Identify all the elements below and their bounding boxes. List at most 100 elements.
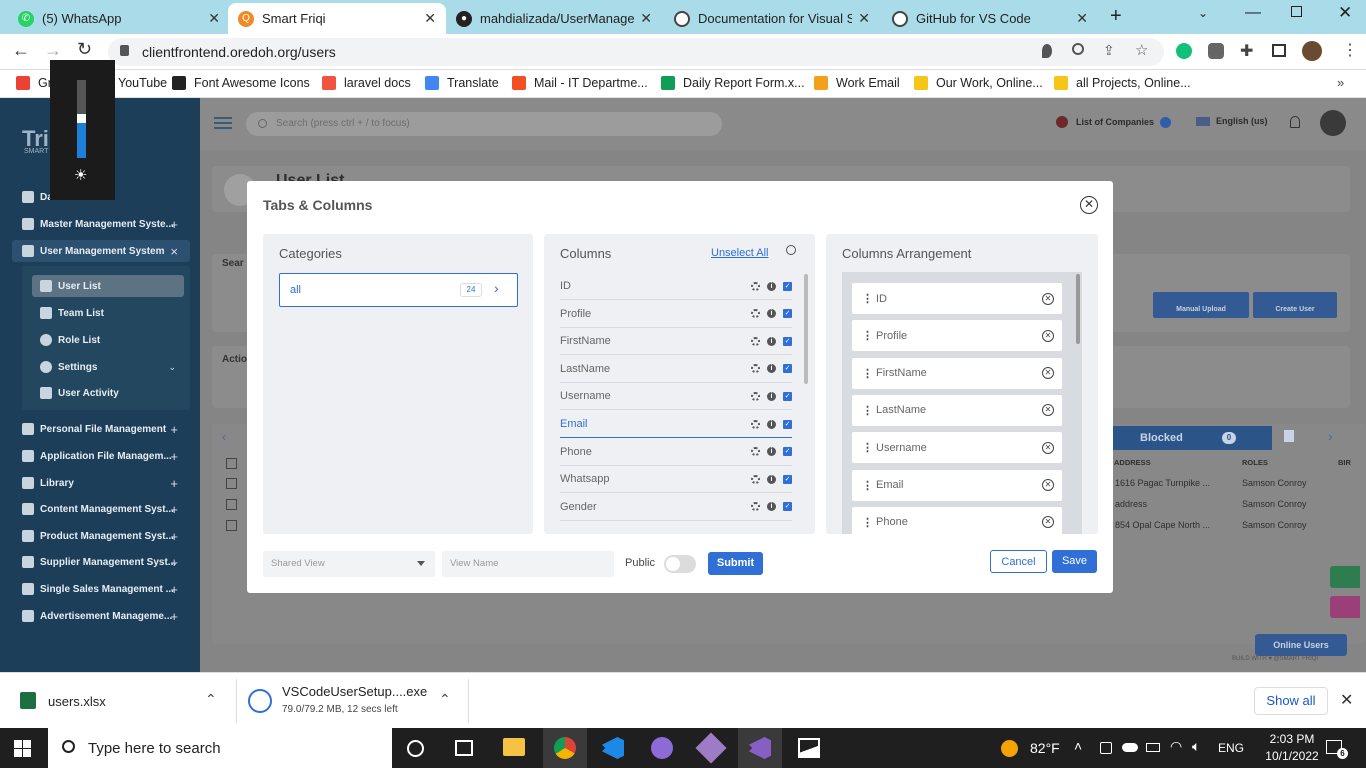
tab-github-repo[interactable]: ● mahdializada/UserManagem ✕ — [446, 3, 662, 34]
arrangement-item[interactable]: ⋮ Profile ✕ — [852, 320, 1062, 352]
close-tab-icon[interactable]: ✕ — [1076, 10, 1088, 27]
column-checkbox[interactable]: ✓ — [783, 447, 792, 457]
column-checkbox[interactable]: ✓ — [783, 502, 792, 512]
remove-column-icon[interactable]: ✕ — [1042, 292, 1054, 305]
column-checkbox[interactable]: ✓ — [783, 364, 792, 374]
bookmark-all-projects[interactable]: all Projects, Online... — [1054, 76, 1191, 90]
save-button[interactable]: Save — [1052, 550, 1097, 573]
sidebar-item-content-management[interactable]: Content Management Syst... + — [0, 498, 190, 520]
arrangement-scrollbar[interactable] — [1076, 274, 1080, 344]
sidebar-item-user-management[interactable]: User Management System × — [12, 240, 190, 262]
remove-column-icon[interactable]: ✕ — [1042, 479, 1054, 491]
gear-icon[interactable] — [751, 309, 760, 319]
drag-handle-icon[interactable]: ⋮ — [862, 516, 873, 529]
git-kraken-icon[interactable] — [695, 732, 727, 764]
new-tab-icon[interactable]: + — [1110, 5, 1122, 28]
column-row[interactable]: Gender i ✓ — [560, 494, 792, 521]
expand-icon[interactable]: + — [170, 476, 178, 491]
close-tab-icon[interactable]: ✕ — [208, 10, 220, 27]
columns-scrollbar[interactable] — [804, 274, 808, 384]
bookmark-translate[interactable]: Translate — [425, 76, 499, 90]
maximize-icon[interactable] — [1291, 6, 1302, 17]
chevron-up-icon[interactable]: ⌃ — [439, 691, 451, 708]
extension-icon[interactable] — [1208, 43, 1224, 59]
expand-icon[interactable]: + — [170, 422, 178, 437]
gear-icon[interactable] — [751, 419, 760, 429]
drag-handle-icon[interactable]: ⋮ — [862, 367, 873, 380]
drag-handle-icon[interactable]: ⋮ — [862, 404, 873, 417]
sidebar-item-single-sales[interactable]: Single Sales Management ... + — [0, 578, 190, 600]
info-icon[interactable]: i — [767, 474, 776, 484]
chrome-icon[interactable] — [554, 737, 576, 759]
remove-column-icon[interactable]: ✕ — [1042, 516, 1054, 529]
cancel-button[interactable]: Cancel — [990, 550, 1047, 573]
expand-icon[interactable]: + — [170, 529, 178, 544]
info-icon[interactable]: i — [767, 502, 776, 512]
info-icon[interactable]: i — [767, 419, 776, 429]
bookmark-star-icon[interactable]: ☆ — [1135, 41, 1148, 59]
category-item-all[interactable]: all 24 › — [279, 273, 518, 307]
expand-icon[interactable]: + — [170, 217, 178, 232]
gear-icon[interactable] — [751, 474, 760, 484]
column-checkbox[interactable]: ✓ — [783, 419, 792, 429]
battery-icon[interactable] — [1146, 743, 1160, 752]
volume-icon[interactable]: 🔈︎ — [1192, 738, 1200, 755]
column-row[interactable]: FirstName i ✓ — [560, 328, 792, 356]
back-icon[interactable]: ← — [12, 40, 30, 61]
bookmark-laravel[interactable]: laravel docs — [322, 76, 411, 90]
reload-icon[interactable]: ↻ — [77, 39, 92, 60]
tab-github-vscode[interactable]: GitHub for VS Code ✕ — [882, 3, 1098, 34]
gear-icon[interactable] — [751, 391, 760, 401]
arrangement-item[interactable]: ⋮ ID ✕ — [852, 283, 1062, 314]
sidebar-item-advertisement[interactable]: Advertisement Manageme... + — [0, 605, 190, 627]
column-row[interactable]: Whatsapp i ✓ — [560, 466, 792, 494]
show-all-button[interactable]: Show all — [1254, 687, 1328, 715]
column-row[interactable]: Email i ✓ — [560, 411, 792, 438]
wifi-icon[interactable]: ◠ — [1170, 738, 1182, 755]
clock-date[interactable]: 10/1/2022 — [1262, 749, 1322, 763]
expand-icon[interactable]: + — [170, 502, 178, 517]
remove-column-icon[interactable]: ✕ — [1042, 404, 1054, 417]
sidebar-item-master-management[interactable]: Master Management Syste... + — [0, 213, 190, 235]
column-row[interactable]: ID i ✓ — [560, 273, 792, 300]
public-toggle[interactable] — [664, 555, 696, 573]
file-explorer-icon[interactable] — [503, 738, 525, 756]
column-checkbox[interactable]: ✓ — [783, 309, 792, 319]
drag-handle-icon[interactable]: ⋮ — [862, 329, 873, 342]
sidebar-item-settings[interactable]: Settings ⌄ — [32, 356, 184, 378]
unselect-all-link[interactable]: Unselect All — [711, 247, 768, 259]
gear-icon[interactable] — [751, 336, 760, 346]
column-row[interactable]: Username i ✓ — [560, 383, 792, 411]
extensions-puzzle-icon[interactable]: ✚ — [1240, 41, 1253, 61]
remove-column-icon[interactable]: ✕ — [1042, 367, 1054, 380]
tab-vscode-docs[interactable]: Documentation for Visual St ✕ — [664, 3, 880, 34]
gear-icon[interactable] — [751, 364, 760, 374]
photos-icon[interactable] — [798, 738, 820, 758]
search-icon[interactable] — [786, 245, 796, 255]
arrangement-item[interactable]: ⋮ Email ✕ — [852, 469, 1062, 501]
address-bar[interactable]: clientfrontend.oredoh.org/users ⇪ ☆ — [108, 38, 1164, 66]
info-icon[interactable]: i — [767, 447, 776, 457]
bookmark-mail[interactable]: Mail - IT Departme... — [512, 76, 648, 90]
gear-icon[interactable] — [751, 447, 760, 457]
drag-handle-icon[interactable]: ⋮ — [862, 441, 873, 454]
cortana-icon[interactable] — [407, 740, 424, 757]
close-tab-icon[interactable]: ✕ — [640, 10, 652, 27]
view-name-input[interactable]: View Name — [442, 551, 614, 577]
close-icon[interactable]: ✕ — [1080, 196, 1098, 214]
sidebar-item-product-management[interactable]: Product Management Syst... + — [0, 525, 190, 547]
chevron-up-icon[interactable]: ˄ — [1074, 738, 1082, 754]
column-checkbox[interactable]: ✓ — [783, 336, 792, 346]
weather-temp[interactable]: 82°F — [1030, 740, 1060, 756]
vscode-icon[interactable] — [602, 737, 624, 759]
grammarly-icon[interactable] — [1176, 43, 1192, 59]
column-checkbox[interactable]: ✓ — [783, 391, 792, 401]
device-icon[interactable] — [1100, 742, 1112, 754]
expand-icon[interactable]: + — [170, 582, 178, 597]
onedrive-cloud-icon[interactable] — [1122, 743, 1138, 752]
gear-icon[interactable] — [751, 281, 760, 291]
drag-handle-icon[interactable]: ⋮ — [862, 479, 873, 492]
info-icon[interactable]: i — [767, 336, 776, 346]
arrangement-item[interactable]: ⋮ FirstName ✕ — [852, 357, 1062, 389]
column-checkbox[interactable]: ✓ — [783, 474, 792, 484]
